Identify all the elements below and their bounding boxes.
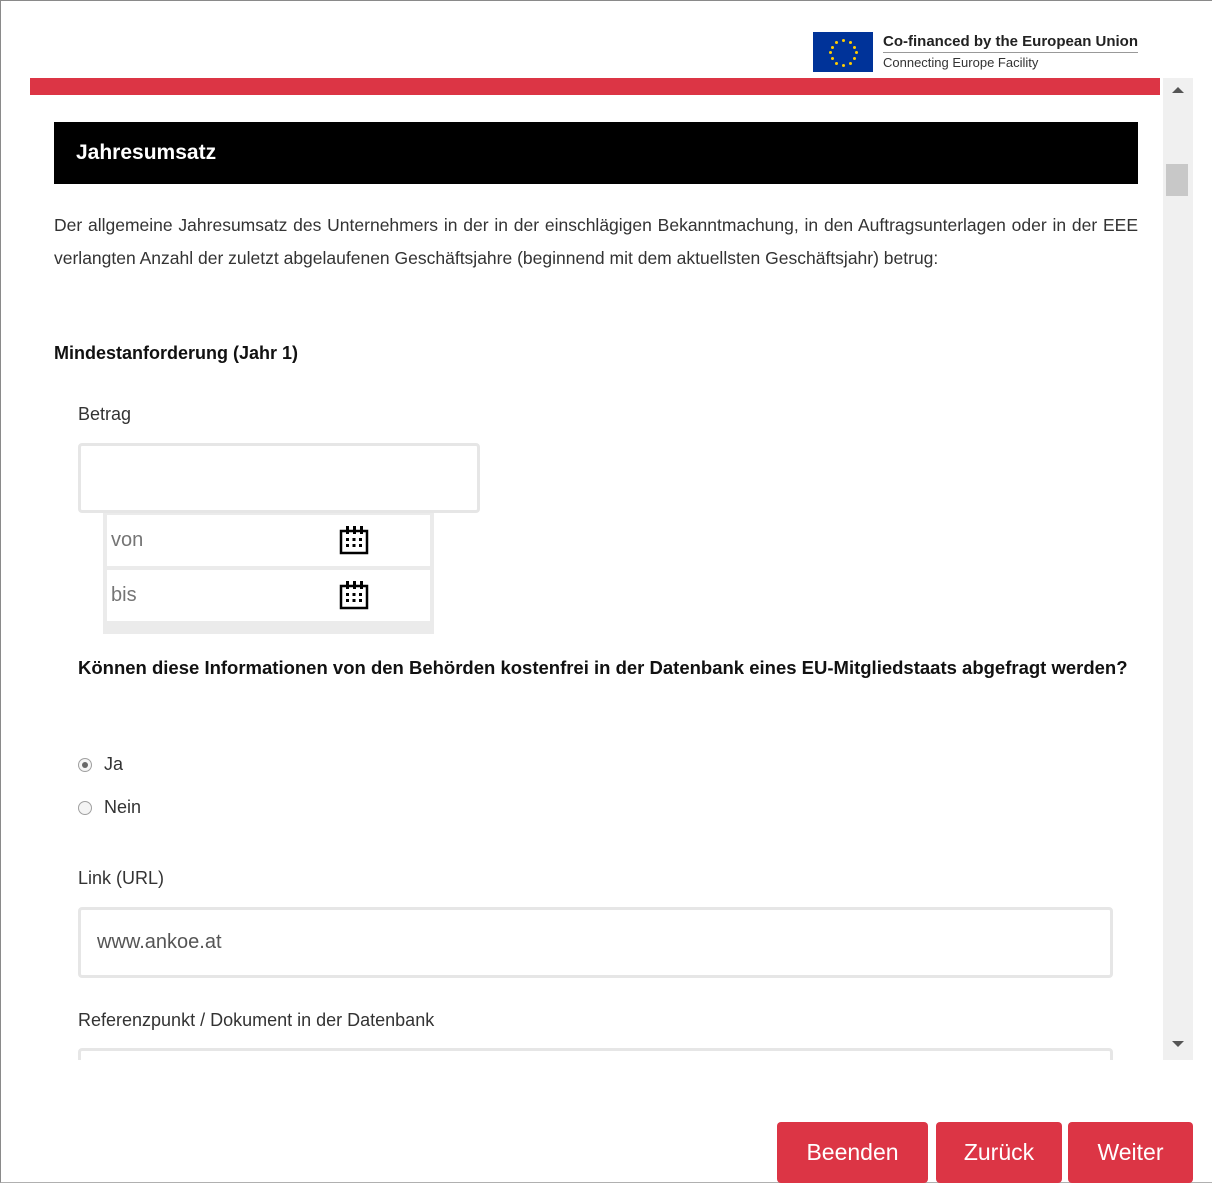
eu-flag-icon xyxy=(813,32,873,72)
section-title: Jahresumsatz xyxy=(54,122,1138,184)
database-question: Können diese Informationen von den Behör… xyxy=(78,657,1128,678)
scroll-thumb[interactable] xyxy=(1166,164,1188,196)
radio-ja[interactable]: Ja xyxy=(78,754,123,775)
vertical-scrollbar[interactable] xyxy=(1163,78,1193,1060)
link-url-input[interactable] xyxy=(78,907,1113,978)
radio-nein-label: Nein xyxy=(104,797,142,817)
date-from-field[interactable] xyxy=(107,515,430,566)
reference-input[interactable] xyxy=(78,1048,1113,1060)
section-description: Der allgemeine Jahresumsatz des Unterneh… xyxy=(54,215,1138,268)
scroll-down-arrow-icon[interactable] xyxy=(1172,1041,1184,1047)
eu-title: Co-financed by the European Union xyxy=(883,33,1139,50)
radio-nein-control[interactable] xyxy=(78,800,92,815)
date-to-field[interactable] xyxy=(107,570,430,621)
radio-ja-control[interactable] xyxy=(78,757,92,772)
accent-bar xyxy=(30,78,1160,95)
radio-ja-label: Ja xyxy=(104,754,124,774)
scroll-up-arrow-icon[interactable] xyxy=(1172,87,1184,93)
date-to-input[interactable] xyxy=(107,583,333,608)
next-button[interactable]: Weiter xyxy=(1068,1122,1193,1183)
back-button[interactable]: Zurück xyxy=(936,1122,1062,1183)
reference-label: Referenzpunkt / Dokument in der Datenban… xyxy=(78,1010,435,1030)
eu-cofinance-logo: Co-financed by the European Union Connec… xyxy=(813,32,1139,73)
eu-subtitle: Connecting Europe Facility xyxy=(883,52,1139,73)
date-from-input[interactable] xyxy=(107,528,333,553)
finish-button[interactable]: Beenden xyxy=(777,1122,928,1183)
form-scroll-area[interactable]: Jahresumsatz Der allgemeine Jahresumsatz… xyxy=(30,95,1160,1060)
calendar-icon[interactable] xyxy=(339,580,369,610)
radio-nein[interactable]: Nein xyxy=(78,797,141,818)
link-label: Link (URL) xyxy=(78,868,165,888)
amount-label: Betrag xyxy=(78,404,132,424)
date-range xyxy=(103,513,434,634)
amount-input[interactable] xyxy=(78,443,480,513)
calendar-icon[interactable] xyxy=(339,525,369,555)
requirement-title: Mindestanforderung (Jahr 1) xyxy=(54,343,299,363)
